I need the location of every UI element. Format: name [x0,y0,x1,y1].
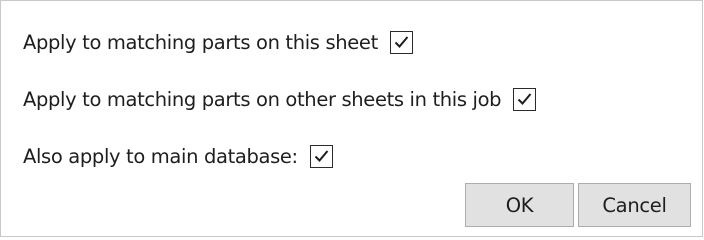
checkbox-other-sheets[interactable] [513,87,537,111]
option-row-this-sheet: Apply to matching parts on this sheet [23,25,413,59]
checkmark-icon [394,35,409,48]
option-row-other-sheets: Apply to matching parts on other sheets … [23,82,537,116]
option-label-this-sheet: Apply to matching parts on this sheet [23,30,378,54]
option-label-main-database: Also apply to main database: [23,144,298,168]
cancel-button[interactable]: Cancel [578,183,691,227]
checkbox-main-database[interactable] [309,144,333,168]
checkmark-icon [314,149,329,162]
apply-options-dialog: Apply to matching parts on this sheet Ap… [0,0,703,237]
checkbox-this-sheet[interactable] [389,30,413,54]
ok-button[interactable]: OK [465,183,574,227]
option-row-main-database: Also apply to main database: [23,139,333,173]
option-label-other-sheets: Apply to matching parts on other sheets … [23,87,502,111]
checkmark-icon [517,92,532,105]
